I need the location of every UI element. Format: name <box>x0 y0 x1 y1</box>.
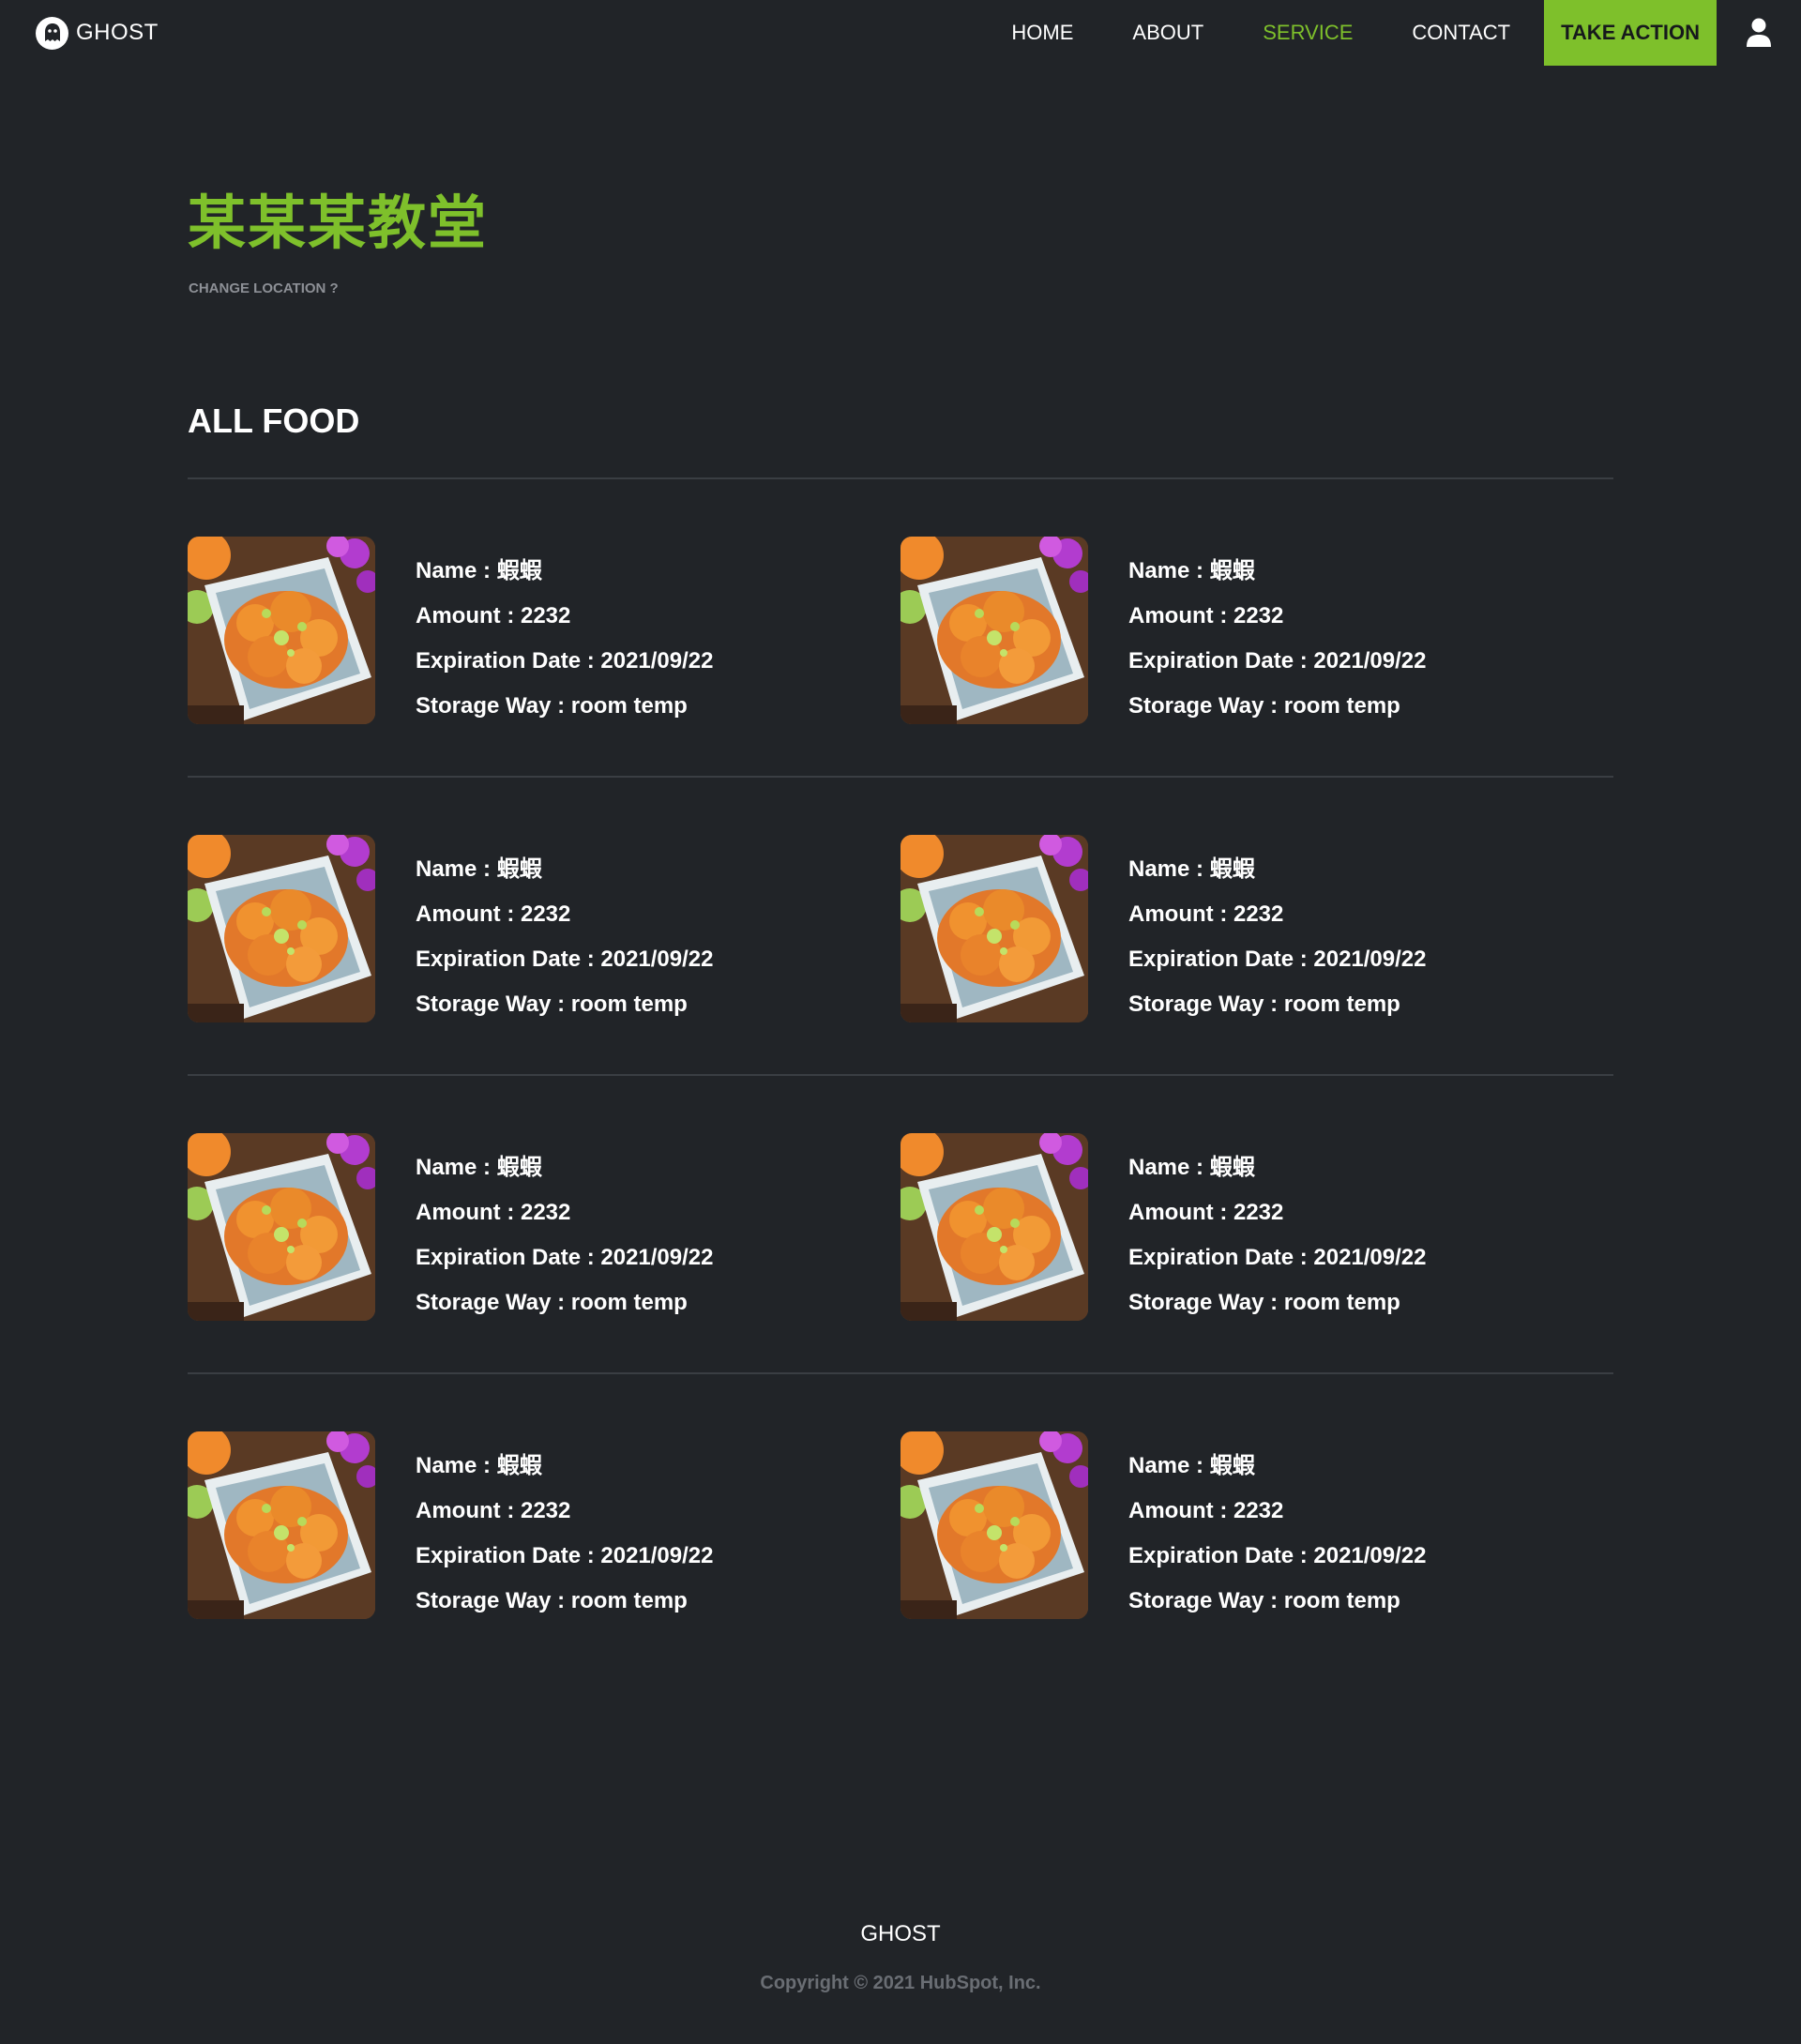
top-nav: GHOST HOME ABOUT SERVICE CONTACT TAKE AC… <box>0 0 1801 66</box>
food-storage-way: Storage Way : room temp <box>1128 693 1400 719</box>
ghost-logo-icon <box>36 16 68 50</box>
food-storage-way: Storage Way : room temp <box>1128 1290 1400 1315</box>
food-image <box>188 1133 375 1321</box>
nav-link-about[interactable]: ABOUT <box>1132 21 1203 45</box>
food-amount: Amount : 2232 <box>1128 603 1284 628</box>
food-storage-way: Storage Way : room temp <box>1128 1588 1400 1613</box>
food-storage-way: Storage Way : room temp <box>416 693 688 719</box>
food-storage-way: Storage Way : room temp <box>416 992 688 1017</box>
food-grid: Name : 蝦蝦 Amount : 2232 Expiration Date : … <box>188 479 1613 1673</box>
food-card[interactable]: Name : 蝦蝦 Amount : 2232 Expiration Date : … <box>900 1076 1613 1372</box>
food-amount: Amount : 2232 <box>1128 901 1284 927</box>
food-info: Name : 蝦蝦 Amount : 2232 Expiration Date : … <box>416 1133 713 1325</box>
food-name: Name : 蝦蝦 <box>1128 1453 1255 1478</box>
food-row: Name : 蝦蝦 Amount : 2232 Expiration Date : … <box>188 479 1613 778</box>
nav-links: HOME ABOUT SERVICE CONTACT TAKE ACTION <box>952 0 1801 66</box>
food-card[interactable]: Name : 蝦蝦 Amount : 2232 Expiration Date : … <box>188 479 900 776</box>
food-card[interactable]: Name : 蝦蝦 Amount : 2232 Expiration Date : … <box>900 778 1613 1074</box>
food-name: Name : 蝦蝦 <box>416 1155 542 1180</box>
brand-name: GHOST <box>76 20 159 45</box>
food-info: Name : 蝦蝦 Amount : 2232 Expiration Date : … <box>1128 537 1426 729</box>
food-expiration-date: Expiration Date : 2021/09/22 <box>1128 946 1427 972</box>
take-action-button[interactable]: TAKE ACTION <box>1544 0 1717 66</box>
food-expiration-date: Expiration Date : 2021/09/22 <box>416 648 714 674</box>
food-info: Name : 蝦蝦 Amount : 2232 Expiration Date : … <box>1128 1431 1426 1624</box>
brand-logo[interactable]: GHOST <box>36 16 159 50</box>
food-storage-way: Storage Way : room temp <box>416 1290 688 1315</box>
food-image <box>188 835 375 1022</box>
food-image <box>900 537 1088 724</box>
location-title: 某某某教堂 <box>188 191 489 256</box>
food-image <box>900 1133 1088 1321</box>
nav-link-home[interactable]: HOME <box>1011 21 1073 45</box>
food-amount: Amount : 2232 <box>1128 1200 1284 1225</box>
food-amount: Amount : 2232 <box>416 603 571 628</box>
food-name: Name : 蝦蝦 <box>1128 558 1255 583</box>
food-amount: Amount : 2232 <box>1128 1498 1284 1523</box>
food-expiration-date: Expiration Date : 2021/09/22 <box>416 1245 714 1270</box>
food-info: Name : 蝦蝦 Amount : 2232 Expiration Date : … <box>416 1431 713 1624</box>
food-card[interactable]: Name : 蝦蝦 Amount : 2232 Expiration Date : … <box>900 1374 1613 1673</box>
footer-copyright: Copyright © 2021 HubSpot, Inc. <box>760 1973 1041 1993</box>
food-expiration-date: Expiration Date : 2021/09/22 <box>416 1543 714 1568</box>
food-image <box>188 1431 375 1619</box>
food-storage-way: Storage Way : room temp <box>1128 992 1400 1017</box>
nav-link-service[interactable]: SERVICE <box>1263 21 1353 45</box>
food-storage-way: Storage Way : room temp <box>416 1588 688 1613</box>
food-info: Name : 蝦蝦 Amount : 2232 Expiration Date : … <box>416 835 713 1027</box>
footer-brand: GHOST <box>860 1921 941 1946</box>
food-info: Name : 蝦蝦 Amount : 2232 Expiration Date : … <box>416 537 713 729</box>
food-card[interactable]: Name : 蝦蝦 Amount : 2232 Expiration Date : … <box>188 1374 900 1673</box>
food-expiration-date: Expiration Date : 2021/09/22 <box>1128 1543 1427 1568</box>
food-card[interactable]: Name : 蝦蝦 Amount : 2232 Expiration Date : … <box>900 479 1613 776</box>
food-expiration-date: Expiration Date : 2021/09/22 <box>416 946 714 972</box>
user-icon[interactable] <box>1717 0 1801 66</box>
food-expiration-date: Expiration Date : 2021/09/22 <box>1128 648 1427 674</box>
food-row: Name : 蝦蝦 Amount : 2232 Expiration Date : … <box>188 1076 1613 1374</box>
food-amount: Amount : 2232 <box>416 901 571 927</box>
food-info: Name : 蝦蝦 Amount : 2232 Expiration Date : … <box>1128 835 1426 1027</box>
food-row: Name : 蝦蝦 Amount : 2232 Expiration Date : … <box>188 778 1613 1076</box>
food-amount: Amount : 2232 <box>416 1200 571 1225</box>
food-name: Name : 蝦蝦 <box>416 558 542 583</box>
section-title: ALL FOOD <box>188 401 360 440</box>
food-image <box>900 1431 1088 1619</box>
food-name: Name : 蝦蝦 <box>416 856 542 882</box>
food-row: Name : 蝦蝦 Amount : 2232 Expiration Date : … <box>188 1374 1613 1673</box>
food-name: Name : 蝦蝦 <box>1128 1155 1255 1180</box>
food-image <box>188 537 375 724</box>
food-expiration-date: Expiration Date : 2021/09/22 <box>1128 1245 1427 1270</box>
nav-link-contact[interactable]: CONTACT <box>1412 21 1510 45</box>
food-amount: Amount : 2232 <box>416 1498 571 1523</box>
food-name: Name : 蝦蝦 <box>416 1453 542 1478</box>
change-location-link[interactable]: CHANGE LOCATION ? <box>189 280 339 296</box>
food-card[interactable]: Name : 蝦蝦 Amount : 2232 Expiration Date : … <box>188 1076 900 1372</box>
food-info: Name : 蝦蝦 Amount : 2232 Expiration Date : … <box>1128 1133 1426 1325</box>
food-card[interactable]: Name : 蝦蝦 Amount : 2232 Expiration Date : … <box>188 778 900 1074</box>
food-name: Name : 蝦蝦 <box>1128 856 1255 882</box>
food-image <box>900 835 1088 1022</box>
